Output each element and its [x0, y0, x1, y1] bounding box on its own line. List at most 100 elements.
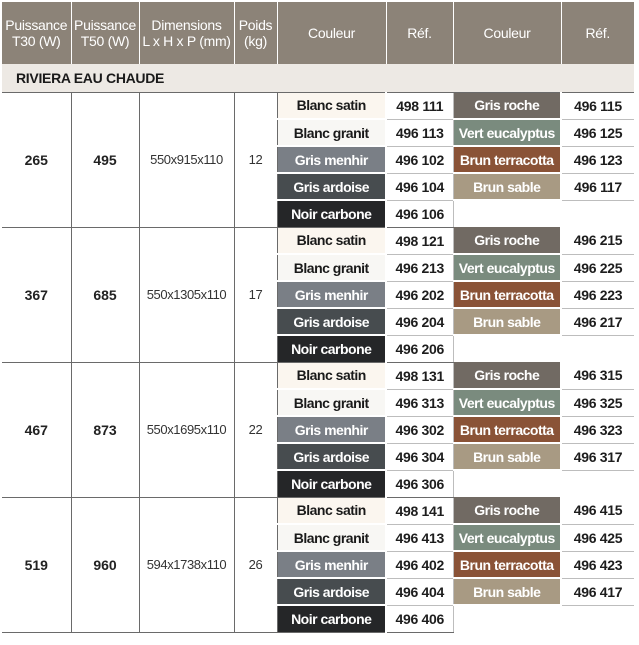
color-swatch: Brun sable: [453, 308, 562, 336]
reference-cell: 496 125: [561, 119, 634, 147]
color-swatch: Gris roche: [453, 362, 562, 390]
product-row: 519 960 594x1738x110 26 Blanc satin 498 141 Gr…: [2, 497, 634, 633]
reference-cell: 496 317: [561, 443, 634, 471]
reference-cell: 498 121: [386, 227, 454, 255]
puissance-t50-cell: 685: [71, 227, 140, 363]
color-swatch: Noir carbone: [277, 605, 387, 633]
color-swatch: Blanc satin: [277, 227, 387, 255]
color-swatch: Gris menhir: [277, 146, 387, 174]
color-swatch: Gris menhir: [277, 416, 387, 444]
header-ref-2: Réf.: [561, 2, 634, 64]
header-dimensions: Dimensions L x H x P (mm): [139, 2, 235, 64]
reference-cell: 496 202: [386, 281, 454, 309]
puissance-t50-cell: 495: [71, 92, 140, 228]
header-puissance-t50: Puissance T50 (W): [71, 2, 140, 64]
poids-cell: 17: [234, 227, 278, 363]
reference-cell: 496 325: [561, 389, 634, 417]
reference-cell: 496 413: [386, 524, 454, 552]
empty-cell: [453, 200, 634, 227]
reference-cell: 496 417: [561, 578, 634, 606]
color-swatch: Gris ardoise: [277, 308, 387, 336]
reference-cell: 496 304: [386, 443, 454, 471]
section-row: RIVIERA EAU CHAUDE: [2, 64, 634, 93]
puissance-t30-cell: 265: [2, 92, 72, 228]
color-swatch: Vert eucalyptus: [453, 254, 562, 282]
reference-cell: 498 111: [386, 92, 454, 120]
color-swatch: Blanc granit: [277, 119, 387, 147]
poids-cell: 22: [234, 362, 278, 498]
color-swatch: Brun sable: [453, 578, 562, 606]
reference-cell: 496 204: [386, 308, 454, 336]
section-title: RIVIERA EAU CHAUDE: [2, 64, 634, 93]
dimensions-cell: 550x1305x110: [139, 227, 235, 363]
color-swatch: Blanc granit: [277, 254, 387, 282]
reference-cell: 496 215: [561, 227, 634, 255]
poids-cell: 12: [234, 92, 278, 228]
reference-cell: 496 104: [386, 173, 454, 201]
color-swatch: Gris ardoise: [277, 578, 387, 606]
puissance-t50-cell: 960: [71, 497, 140, 633]
color-swatch: Brun sable: [453, 443, 562, 471]
color-swatch: Gris roche: [453, 92, 562, 120]
reference-cell: 496 315: [561, 362, 634, 390]
color-swatch: Vert eucalyptus: [453, 389, 562, 417]
product-table-wrapper: Puissance T30 (W) Puissance T50 (W) Dimens…: [2, 2, 634, 633]
puissance-t30-cell: 367: [2, 227, 72, 363]
color-swatch: Vert eucalyptus: [453, 119, 562, 147]
reference-cell: 496 425: [561, 524, 634, 552]
color-swatch: Gris ardoise: [277, 443, 387, 471]
color-swatch: Blanc satin: [277, 362, 387, 390]
color-swatch: Noir carbone: [277, 470, 387, 498]
reference-cell: 496 306: [386, 470, 454, 498]
header-couleur-1: Couleur: [277, 2, 387, 64]
color-swatch: Gris menhir: [277, 281, 387, 309]
color-swatch: Brun terracotta: [453, 551, 562, 579]
product-row: 467 873 550x1695x110 22 Blanc satin 498 131 Gr…: [2, 362, 634, 498]
color-swatch: Noir carbone: [277, 335, 387, 363]
color-swatch: Gris menhir: [277, 551, 387, 579]
header-ref-1: Réf.: [386, 2, 454, 64]
header-row: Puissance T30 (W) Puissance T50 (W) Dimens…: [2, 2, 634, 64]
product-table: Puissance T30 (W) Puissance T50 (W) Dimens…: [2, 2, 634, 633]
color-swatch: Noir carbone: [277, 200, 387, 228]
reference-cell: 496 415: [561, 497, 634, 525]
poids-cell: 26: [234, 497, 278, 633]
color-swatch: Brun terracotta: [453, 146, 562, 174]
dimensions-cell: 594x1738x110: [139, 497, 235, 633]
header-puissance-t30: Puissance T30 (W): [2, 2, 72, 64]
header-couleur-2: Couleur: [453, 2, 562, 64]
color-swatch: Brun sable: [453, 173, 562, 201]
reference-cell: 496 423: [561, 551, 634, 579]
reference-cell: 496 223: [561, 281, 634, 309]
header-poids: Poids (kg): [234, 2, 278, 64]
dimensions-cell: 550x1695x110: [139, 362, 235, 498]
reference-cell: 496 113: [386, 119, 454, 147]
reference-cell: 496 123: [561, 146, 634, 174]
reference-cell: 496 102: [386, 146, 454, 174]
color-swatch: Gris ardoise: [277, 173, 387, 201]
product-row: 367 685 550x1305x110 17 Blanc satin 498 121 Gr…: [2, 227, 634, 363]
color-swatch: Brun terracotta: [453, 281, 562, 309]
reference-cell: 498 131: [386, 362, 454, 390]
reference-cell: 496 406: [386, 605, 454, 633]
reference-cell: 496 117: [561, 173, 634, 201]
color-swatch: Blanc satin: [277, 92, 387, 120]
empty-cell: [453, 605, 634, 632]
color-swatch: Blanc satin: [277, 497, 387, 525]
reference-cell: 496 302: [386, 416, 454, 444]
reference-cell: 496 313: [386, 389, 454, 417]
dimensions-cell: 550x915x110: [139, 92, 235, 228]
color-swatch: Gris roche: [453, 497, 562, 525]
product-row: 265 495 550x915x110 12 Blanc satin 498 111 Gri…: [2, 92, 634, 228]
color-swatch: Blanc granit: [277, 389, 387, 417]
reference-cell: 496 323: [561, 416, 634, 444]
color-swatch: Blanc granit: [277, 524, 387, 552]
puissance-t30-cell: 519: [2, 497, 72, 633]
reference-cell: 496 402: [386, 551, 454, 579]
reference-cell: 496 213: [386, 254, 454, 282]
reference-cell: 496 225: [561, 254, 634, 282]
reference-cell: 496 115: [561, 92, 634, 120]
puissance-t30-cell: 467: [2, 362, 72, 498]
reference-cell: 496 404: [386, 578, 454, 606]
color-swatch: Vert eucalyptus: [453, 524, 562, 552]
